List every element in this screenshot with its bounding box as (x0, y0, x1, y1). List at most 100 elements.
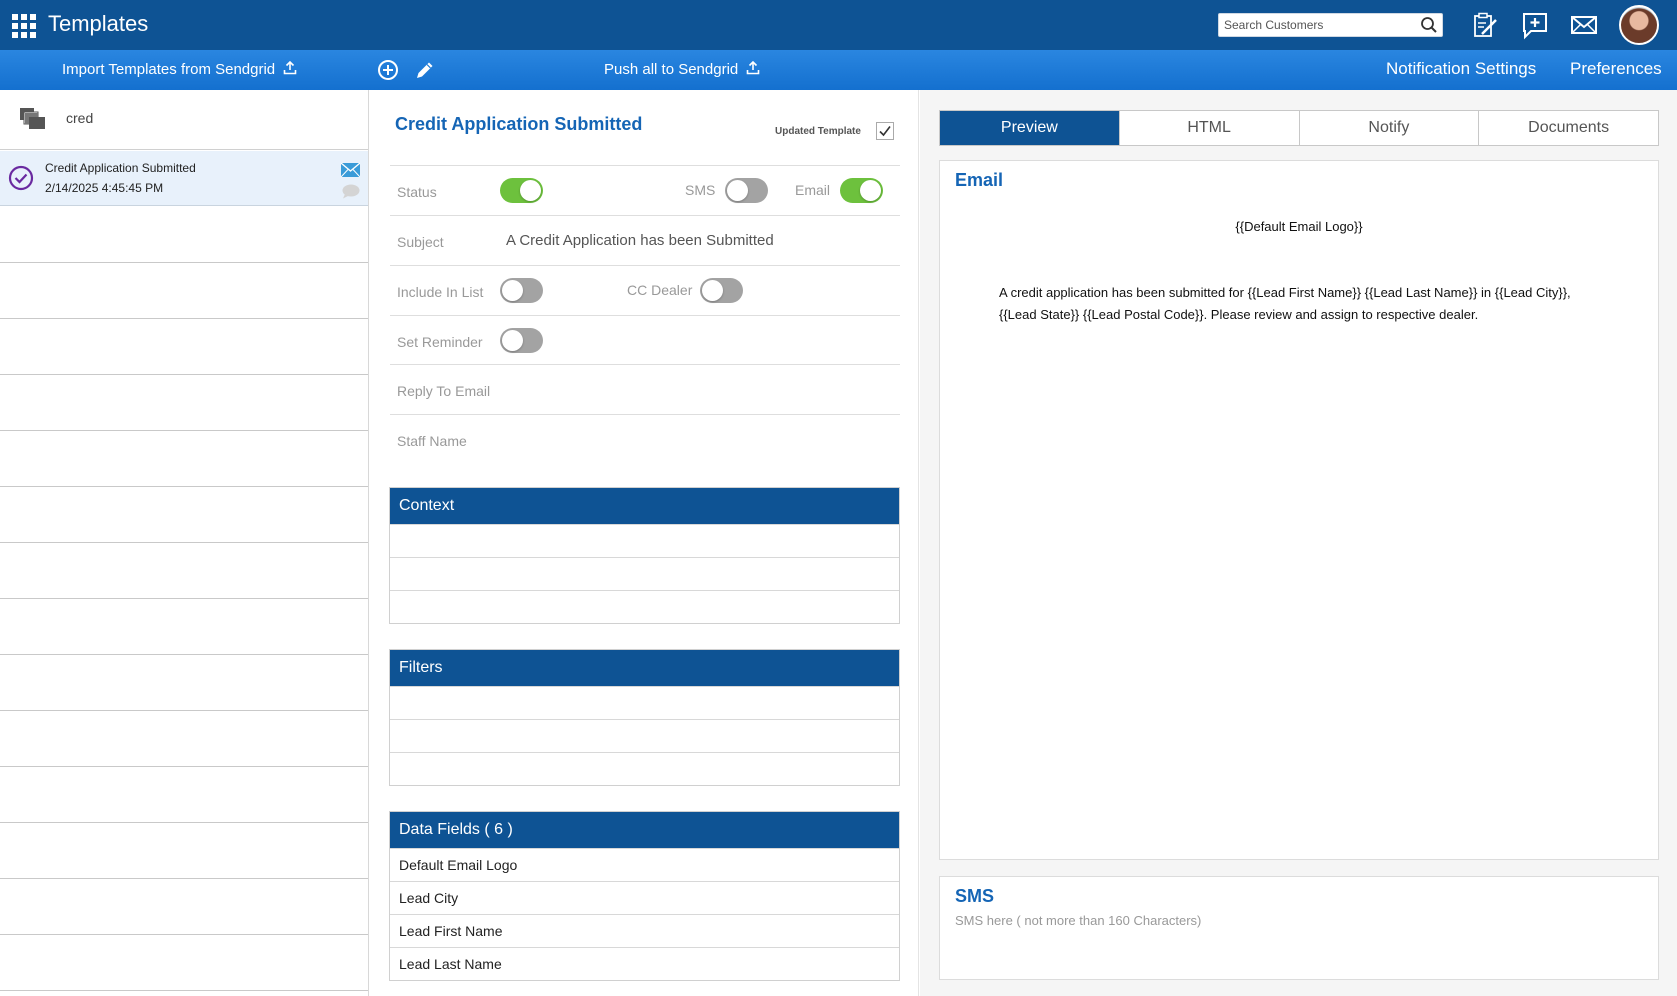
list-item (0, 599, 368, 655)
filters-header: Filters (390, 650, 899, 686)
email-preview: Email {{Default Email Logo}} A credit ap… (939, 160, 1659, 860)
filter-row (390, 686, 899, 719)
status-row: Status SMS Email (390, 165, 900, 215)
check-circle-icon (8, 165, 34, 191)
template-date: 2/14/2025 4:45:45 PM (45, 181, 164, 195)
preview-panel: Preview HTML Notify Documents Email {{De… (920, 90, 1677, 996)
list-item (0, 655, 368, 711)
top-bar: Templates (0, 0, 1677, 50)
app-title: Templates (48, 11, 149, 36)
add-circle-icon[interactable] (376, 58, 400, 82)
list-item (0, 431, 368, 487)
import-templates-label: Import Templates from Sendgrid (62, 61, 276, 78)
context-row (390, 557, 899, 590)
staff-name-row[interactable]: Staff Name (390, 414, 900, 464)
tab-preview[interactable]: Preview (940, 111, 1120, 145)
upload-icon (747, 60, 760, 75)
data-field-item[interactable]: Lead First Name (390, 914, 899, 947)
data-field-item[interactable]: Default Email Logo (390, 848, 899, 881)
staff-name-label: Staff Name (397, 433, 467, 449)
context-row (390, 524, 899, 557)
copy-templates-icon[interactable] (19, 107, 47, 131)
pencil-icon[interactable] (413, 58, 437, 82)
set-reminder-label: Set Reminder (397, 334, 483, 350)
user-avatar[interactable] (1619, 5, 1659, 45)
subject-field[interactable]: A Credit Application has been Submitted (506, 232, 774, 249)
cc-dealer-label: CC Dealer (627, 282, 693, 298)
status-label: Status (397, 184, 437, 200)
list-item (0, 207, 368, 263)
push-to-sendgrid-label: Push all to Sendgrid (604, 61, 739, 78)
context-header: Context (390, 488, 899, 524)
mail-icon[interactable] (1569, 10, 1599, 40)
notes-edit-icon[interactable] (1470, 10, 1500, 40)
set-reminder-toggle[interactable] (500, 328, 543, 353)
updated-template-checkbox[interactable] (876, 122, 894, 140)
add-message-icon[interactable] (1520, 10, 1550, 40)
subject-label: Subject (397, 234, 444, 250)
apps-grid-icon[interactable] (12, 14, 36, 38)
reminder-row: Set Reminder (390, 315, 900, 365)
sms-channel-icon (342, 184, 360, 199)
tab-notify[interactable]: Notify (1300, 111, 1480, 145)
data-field-item[interactable]: Lead City (390, 881, 899, 914)
template-filter-row (0, 90, 368, 150)
sms-preview: SMS SMS here ( not more than 160 Charact… (939, 876, 1659, 980)
context-section: Context (389, 487, 900, 624)
email-channel-icon (341, 163, 360, 177)
upload-icon (284, 60, 297, 75)
reply-to-email-label: Reply To Email (397, 383, 491, 399)
list-item (0, 823, 368, 879)
data-fields-section: Data Fields ( 6 ) Default Email Logo Lea… (389, 811, 900, 981)
data-fields-header: Data Fields ( 6 ) (390, 812, 899, 848)
sms-preview-title: SMS (955, 886, 995, 906)
list-item (0, 487, 368, 543)
filters-section: Filters (389, 649, 900, 786)
preferences-link[interactable]: Preferences (1570, 59, 1662, 79)
tab-documents[interactable]: Documents (1479, 111, 1658, 145)
filter-row (390, 752, 899, 785)
list-item (0, 711, 368, 767)
email-preview-title: Email (955, 170, 1004, 190)
list-item (0, 935, 368, 991)
email-body-text: A credit application has been submitted … (999, 285, 1571, 322)
include-in-list-label: Include In List (397, 284, 484, 300)
sms-label: SMS (685, 182, 716, 198)
template-filter-input[interactable] (66, 110, 326, 126)
include-row: Include In List CC Dealer (390, 265, 900, 315)
list-item (0, 375, 368, 431)
import-templates-button[interactable]: Import Templates from Sendgrid (62, 60, 297, 78)
list-item (0, 879, 368, 935)
template-list-panel: Credit Application Submitted 2/14/2025 4… (0, 90, 369, 996)
email-logo-placeholder: {{Default Email Logo}} (1235, 219, 1363, 234)
cc-dealer-toggle[interactable] (700, 278, 743, 303)
search-customers-input[interactable] (1219, 14, 1409, 36)
list-item (0, 319, 368, 375)
search-icon[interactable] (1420, 16, 1438, 34)
sms-toggle[interactable] (725, 178, 768, 203)
context-row (390, 590, 899, 623)
list-item (0, 543, 368, 599)
push-to-sendgrid-button[interactable]: Push all to Sendgrid (604, 60, 760, 78)
tab-html[interactable]: HTML (1120, 111, 1300, 145)
email-label: Email (795, 182, 831, 198)
include-in-list-toggle[interactable] (500, 278, 543, 303)
template-title: Credit Application Submitted (395, 114, 643, 134)
filter-row (390, 719, 899, 752)
template-name: Credit Application Submitted (45, 161, 196, 175)
search-box (1218, 13, 1443, 37)
template-list-item[interactable]: Credit Application Submitted 2/14/2025 4… (0, 151, 368, 206)
email-toggle[interactable] (840, 178, 883, 203)
checkmark-icon (879, 126, 891, 137)
subject-row: Subject A Credit Application has been Su… (390, 215, 900, 265)
status-toggle[interactable] (500, 178, 543, 203)
reply-to-row[interactable]: Reply To Email (390, 364, 900, 414)
data-field-item[interactable]: Lead Last Name (390, 947, 899, 980)
notification-settings-link[interactable]: Notification Settings (1386, 59, 1536, 79)
template-detail-panel: Credit Application Submitted Updated Tem… (370, 90, 919, 996)
preview-tabs: Preview HTML Notify Documents (939, 110, 1659, 146)
sms-hint-text[interactable]: SMS here ( not more than 160 Characters) (955, 913, 1201, 928)
list-item (0, 263, 368, 319)
list-item (0, 767, 368, 823)
action-bar: Import Templates from Sendgrid Push all … (0, 50, 1677, 90)
